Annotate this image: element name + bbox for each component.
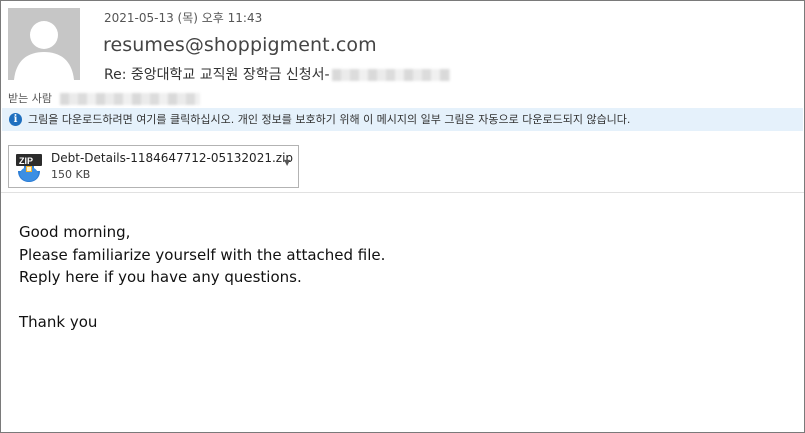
chevron-down-icon[interactable]: ▼ — [284, 158, 290, 167]
sent-date: 2021-05-13 (목) 오후 11:43 — [104, 11, 263, 25]
infobar-text[interactable]: 그림을 다운로드하려면 여기를 클릭하십시오. 개인 정보를 보호하기 위해 이… — [28, 108, 630, 131]
zip-file-icon: ZIP — [16, 154, 42, 182]
attachment-size: 150 KB — [51, 168, 91, 181]
info-icon: i — [9, 113, 22, 126]
body-line-2: Reply here if you have any questions. — [19, 268, 302, 286]
recipients-row: 받는 사람 — [8, 90, 200, 106]
zip-icon-label: ZIP — [19, 156, 33, 166]
to-label: 받는 사람 — [8, 92, 52, 105]
sender-address[interactable]: resumes@shoppigment.com — [103, 34, 377, 56]
email-subject: Re: 중앙대학교 교직원 장학금 신청서- — [104, 64, 450, 84]
email-reading-pane: 2021-05-13 (목) 오후 11:43 resumes@shoppigm… — [0, 0, 805, 433]
person-placeholder-icon — [8, 8, 80, 80]
header-divider — [1, 192, 804, 193]
body-closing: Thank you — [19, 313, 98, 331]
subject-text: Re: 중앙대학교 교직원 장학금 신청서- — [104, 67, 330, 83]
body-greeting: Good morning, — [19, 223, 131, 241]
sender-avatar[interactable] — [8, 8, 80, 80]
attachment-item[interactable]: ZIP Debt-Details-1184647712-05132021.zip… — [8, 145, 299, 188]
redacted-recipient — [59, 93, 200, 105]
redacted-subject — [331, 69, 450, 81]
body-line-1: Please familiarize yourself with the att… — [19, 245, 386, 264]
image-download-infobar[interactable]: i 그림을 다운로드하려면 여기를 클릭하십시오. 개인 정보를 보호하기 위해… — [2, 108, 803, 131]
attachment-filename[interactable]: Debt-Details-1184647712-05132021.zip — [51, 151, 293, 165]
body-blank-line — [19, 289, 385, 312]
message-body: Good morning, Please familiarize yoursel… — [19, 221, 385, 334]
